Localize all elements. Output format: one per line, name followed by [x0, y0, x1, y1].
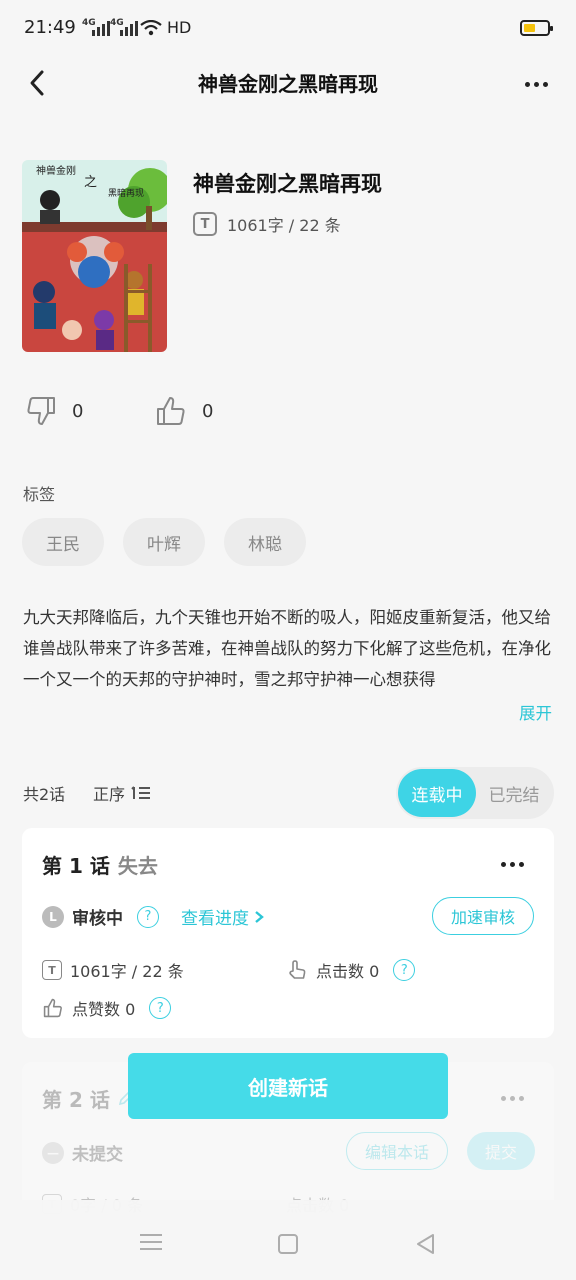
- speed-up-review-button[interactable]: 加速审核: [432, 897, 534, 935]
- tags-label: 标签: [23, 485, 56, 504]
- segment-completed[interactable]: 已完结: [476, 769, 552, 817]
- system-nav-bar: [0, 1200, 576, 1280]
- tag-item[interactable]: 林聪: [224, 518, 306, 566]
- episode-number: 第 1 话: [42, 854, 110, 878]
- episode-like-stats: 点赞数 0 ?: [42, 996, 172, 1020]
- episode-status-row: — 未提交: [42, 1140, 123, 1165]
- episode-more-button[interactable]: [496, 854, 528, 874]
- episode-card[interactable]: 第 1 话失去 L 审核中 ? 查看进度 加速审核 T 1061字 / 22 条…: [22, 828, 554, 1038]
- episode-status: 审核中: [72, 909, 123, 929]
- wifi-icon: [140, 20, 162, 36]
- like-count-text: 点赞数 0: [72, 1000, 136, 1019]
- menu-icon[interactable]: [140, 1234, 162, 1250]
- more-options-button[interactable]: [520, 72, 552, 96]
- episode-more-button[interactable]: [496, 1088, 528, 1108]
- sort-order-label: 正序: [93, 785, 126, 804]
- signal-bars-icon: [92, 20, 110, 36]
- segment-serializing[interactable]: 连载中: [398, 769, 476, 817]
- cover-subtitle-text: 黑暗再现: [108, 187, 144, 199]
- tag-item[interactable]: 叶辉: [123, 518, 205, 566]
- cover-title-text: 神兽金刚: [36, 164, 76, 177]
- thumbs-down-icon: [27, 397, 55, 425]
- home-icon[interactable]: [278, 1234, 298, 1254]
- thumbs-up-icon: [157, 397, 185, 425]
- battery-icon: [520, 20, 553, 36]
- status-icon: —: [42, 1141, 64, 1164]
- sort-order-button[interactable]: 正序: [93, 781, 151, 805]
- tag-item[interactable]: 王民: [22, 518, 104, 566]
- status-segmented-control: 连载中 已完结: [396, 767, 554, 819]
- book-title: 神兽金刚之黑暗再现: [193, 172, 382, 196]
- like-button[interactable]: 0: [154, 394, 213, 428]
- episode-status-row: L 审核中 ? 查看进度: [42, 904, 265, 929]
- episode-click-stats: 点击数 0 ?: [286, 958, 416, 982]
- create-episode-button[interactable]: 创建新话: [128, 1053, 448, 1119]
- signal-bars-icon-2: [120, 20, 138, 36]
- chevron-right-icon: [255, 910, 264, 923]
- help-icon[interactable]: ?: [137, 905, 159, 928]
- text-count-icon: T: [42, 960, 62, 980]
- status-icon: L: [42, 905, 64, 928]
- cover-illustration: 神兽金刚 之 黑暗再现: [22, 160, 167, 352]
- hd-indicator: HD: [167, 18, 192, 37]
- book-stats-text: 1061字 / 22 条: [227, 216, 341, 235]
- text-count-icon: T: [193, 212, 217, 236]
- episode-word-stats: T 1061字 / 22 条: [42, 958, 184, 982]
- help-icon[interactable]: ?: [149, 997, 172, 1019]
- click-count: 点击数 0: [316, 962, 380, 981]
- book-cover-image[interactable]: 神兽金刚 之 黑暗再现: [22, 160, 167, 352]
- book-description: 九大天邦降临后，九个天锥也开始不断的吸人，阳姬皮重新复活，他又给谁兽战队带来了许…: [23, 608, 551, 689]
- back-triangle-icon[interactable]: [414, 1232, 436, 1256]
- episode-subtitle: 失去: [117, 854, 158, 878]
- tag-list: 王民 叶辉 林聪: [22, 518, 306, 566]
- help-icon[interactable]: ?: [393, 959, 416, 981]
- dislike-count: 0: [72, 400, 84, 422]
- submit-button[interactable]: 提交: [467, 1132, 535, 1170]
- book-stats: T 1061字 / 22 条: [193, 212, 341, 236]
- page-title: 神兽金刚之黑暗再现: [198, 72, 378, 96]
- episode-title: 第 1 话失去: [42, 850, 158, 879]
- dislike-button[interactable]: 0: [24, 394, 83, 428]
- top-bar: 神兽金刚之黑暗再现: [0, 56, 576, 112]
- episode-number: 第 2 话: [42, 1088, 110, 1112]
- like-count: 0: [202, 400, 214, 422]
- cover-char-text: 之: [84, 175, 97, 190]
- status-bar: 21:49 4G 4G HD: [0, 0, 576, 56]
- tap-icon: [289, 960, 306, 979]
- episode-stats-text: 1061字 / 22 条: [70, 962, 184, 981]
- sort-list-icon: [131, 786, 151, 799]
- thumbs-up-icon: [43, 998, 62, 1018]
- episode-status: 未提交: [72, 1145, 123, 1165]
- view-progress-label: 查看进度: [181, 909, 249, 929]
- expand-link[interactable]: 展开: [519, 700, 552, 724]
- status-time: 21:49: [24, 17, 76, 38]
- episode-title: 第 2 话: [42, 1084, 135, 1113]
- episode-count: 共2话: [23, 785, 66, 804]
- edit-episode-button[interactable]: 编辑本话: [346, 1132, 448, 1170]
- view-progress-link[interactable]: 查看进度: [181, 904, 265, 929]
